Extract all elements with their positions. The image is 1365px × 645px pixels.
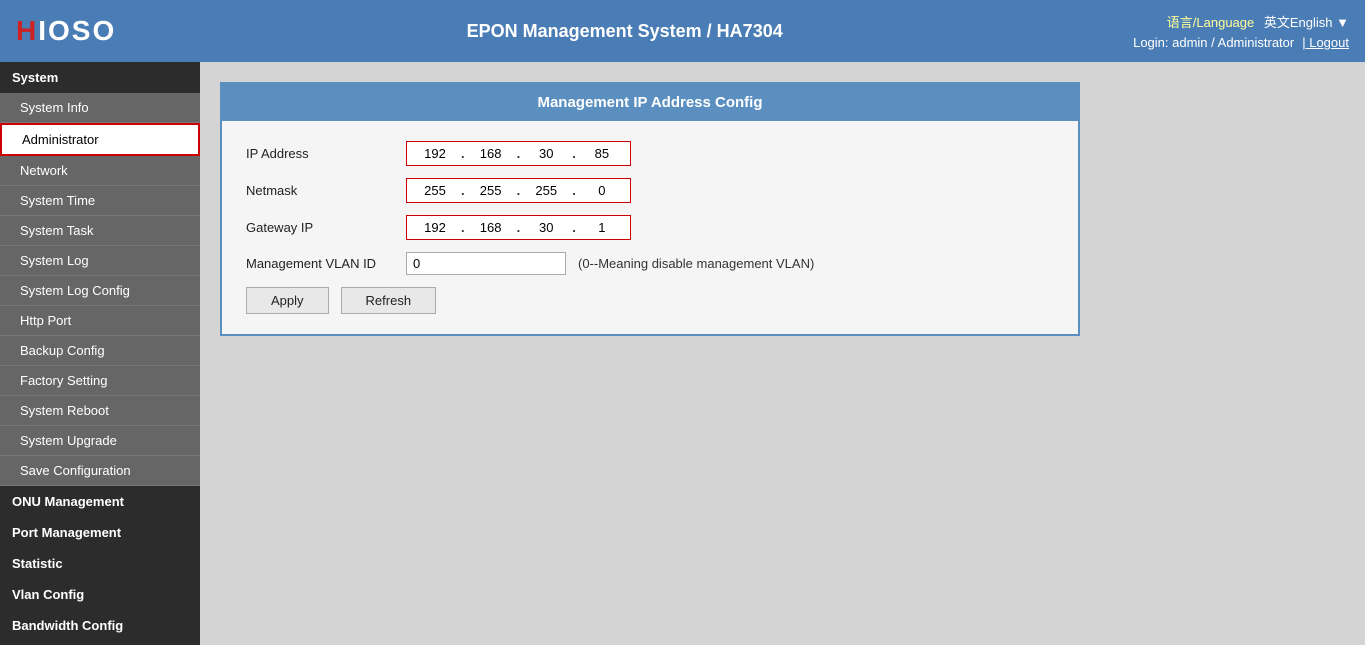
vlan-row: Management VLAN ID (0--Meaning disable m…: [246, 252, 1054, 275]
sidebar-item-system-log[interactable]: System Log: [0, 246, 200, 276]
lang-label: 语言/Language: [1167, 15, 1254, 30]
gateway-row: Gateway IP . . .: [246, 215, 1054, 240]
ip-address-group: . . .: [406, 141, 631, 166]
gateway-sep-1: .: [459, 220, 467, 235]
sidebar-item-system-time[interactable]: System Time: [0, 186, 200, 216]
gateway-sep-3: .: [570, 220, 578, 235]
ip-address-a[interactable]: [411, 144, 459, 163]
refresh-button[interactable]: Refresh: [341, 287, 437, 314]
gateway-b[interactable]: [467, 218, 515, 237]
logo: HIOSO: [16, 15, 116, 47]
netmask-label: Netmask: [246, 183, 406, 198]
sidebar-item-factory-setting[interactable]: Factory Setting: [0, 366, 200, 396]
ip-sep-2: .: [515, 146, 523, 161]
ip-address-c[interactable]: [522, 144, 570, 163]
sidebar-section-olt-mac[interactable]: OLT Mac Config: [0, 641, 200, 645]
netmask-a[interactable]: [411, 181, 459, 200]
logo-text: HIOSO: [16, 15, 116, 47]
sidebar-section-system[interactable]: System: [0, 62, 200, 93]
sidebar-section-statistic[interactable]: Statistic: [0, 548, 200, 579]
sidebar-section-onu[interactable]: ONU Management: [0, 486, 200, 517]
netmask-b[interactable]: [467, 181, 515, 200]
logout-link[interactable]: | Logout: [1302, 35, 1349, 50]
sidebar-section-bandwidth[interactable]: Bandwidth Config: [0, 610, 200, 641]
ip-address-d[interactable]: [578, 144, 626, 163]
sidebar-item-administrator[interactable]: Administrator: [0, 123, 200, 156]
ip-sep-3: .: [570, 146, 578, 161]
netmask-d[interactable]: [578, 181, 626, 200]
sidebar-item-system-info[interactable]: System Info: [0, 93, 200, 123]
sidebar-section-port[interactable]: Port Management: [0, 517, 200, 548]
gateway-group: . . .: [406, 215, 631, 240]
sidebar-item-backup-config[interactable]: Backup Config: [0, 336, 200, 366]
card-body: IP Address . . . Netmask: [222, 121, 1078, 334]
ip-sep-1: .: [459, 146, 467, 161]
ip-config-card: Management IP Address Config IP Address …: [220, 82, 1080, 336]
button-row: Apply Refresh: [246, 287, 1054, 314]
gateway-c[interactable]: [522, 218, 570, 237]
apply-button[interactable]: Apply: [246, 287, 329, 314]
sidebar: System System Info Administrator Network…: [0, 62, 200, 645]
card-title: Management IP Address Config: [222, 84, 1078, 121]
lang-value[interactable]: 英文English ▼: [1264, 15, 1349, 30]
sidebar-item-system-log-config[interactable]: System Log Config: [0, 276, 200, 306]
vlan-input[interactable]: [406, 252, 566, 275]
netmask-c[interactable]: [522, 181, 570, 200]
main-content: Management IP Address Config IP Address …: [200, 62, 1365, 645]
netmask-sep-2: .: [515, 183, 523, 198]
sidebar-item-system-task[interactable]: System Task: [0, 216, 200, 246]
ip-address-b[interactable]: [467, 144, 515, 163]
sidebar-section-vlan[interactable]: Vlan Config: [0, 579, 200, 610]
gateway-a[interactable]: [411, 218, 459, 237]
netmask-row: Netmask . . .: [246, 178, 1054, 203]
gateway-label: Gateway IP: [246, 220, 406, 235]
sidebar-item-http-port[interactable]: Http Port: [0, 306, 200, 336]
logo-h: H: [16, 15, 38, 46]
netmask-sep-3: .: [570, 183, 578, 198]
header-right: 语言/Language 英文English ▼ Login: admin / A…: [1133, 12, 1349, 50]
header-title: EPON Management System / HA7304: [116, 21, 1133, 42]
netmask-group: . . .: [406, 178, 631, 203]
layout: System System Info Administrator Network…: [0, 62, 1365, 645]
header: HIOSO EPON Management System / HA7304 语言…: [0, 0, 1365, 62]
login-row: Login: admin / Administrator | Logout: [1133, 35, 1349, 50]
sidebar-item-system-reboot[interactable]: System Reboot: [0, 396, 200, 426]
language-row: 语言/Language 英文English ▼: [1133, 12, 1349, 31]
sidebar-item-system-upgrade[interactable]: System Upgrade: [0, 426, 200, 456]
vlan-hint: (0--Meaning disable management VLAN): [578, 256, 814, 271]
sidebar-item-network[interactable]: Network: [0, 156, 200, 186]
ip-address-row: IP Address . . .: [246, 141, 1054, 166]
netmask-sep-1: .: [459, 183, 467, 198]
gateway-d[interactable]: [578, 218, 626, 237]
gateway-sep-2: .: [515, 220, 523, 235]
login-text: Login: admin / Administrator: [1133, 35, 1294, 50]
ip-address-label: IP Address: [246, 146, 406, 161]
vlan-label: Management VLAN ID: [246, 256, 406, 271]
sidebar-item-save-configuration[interactable]: Save Configuration: [0, 456, 200, 486]
